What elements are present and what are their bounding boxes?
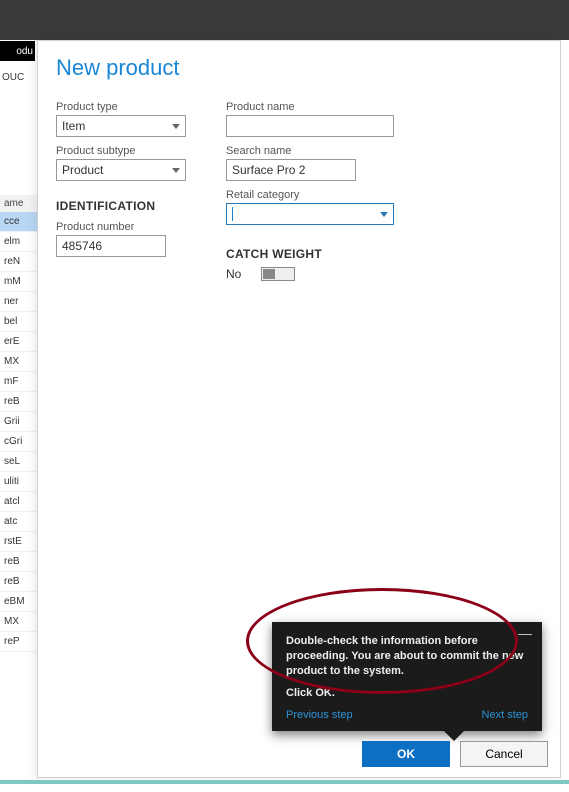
search-name-label: Search name	[226, 145, 406, 157]
ouc-label: OUC	[2, 72, 24, 83]
title-bar	[0, 0, 569, 40]
guidance-tooltip: — Double-check the information before pr…	[272, 622, 542, 731]
identification-section: IDENTIFICATION	[56, 199, 206, 213]
sidebar-item[interactable]: erE	[0, 332, 37, 352]
dialog-footer: OK Cancel	[38, 733, 560, 777]
retail-category-select[interactable]	[226, 203, 394, 225]
catch-weight-section: CATCH WEIGHT	[226, 247, 406, 261]
sidebar: ame cceelmreNmMnerbelerEMXmFreBGriicGris…	[0, 195, 37, 652]
retail-category-label: Retail category	[226, 189, 406, 201]
sidebar-item[interactable]: bel	[0, 312, 37, 332]
bottom-accent-bar	[0, 780, 569, 784]
sidebar-item[interactable]: elm	[0, 232, 37, 252]
product-subtype-select[interactable]: Product	[56, 159, 186, 181]
product-number-label: Product number	[56, 221, 206, 233]
sidebar-item[interactable]: uliti	[0, 472, 37, 492]
sidebar-item[interactable]: eBM	[0, 592, 37, 612]
tooltip-body: Double-check the information before proc…	[286, 634, 528, 679]
form: Product type Item Product subtype Produc…	[38, 93, 560, 281]
sidebar-item[interactable]: ner	[0, 292, 37, 312]
product-subtype-value: Product	[62, 163, 103, 177]
previous-step-link[interactable]: Previous step	[286, 709, 353, 721]
sidebar-item[interactable]: cGri	[0, 432, 37, 452]
sidebar-item[interactable]: atc	[0, 512, 37, 532]
chevron-down-icon	[380, 212, 388, 217]
sidebar-item[interactable]: cce	[0, 212, 37, 232]
product-type-label: Product type	[56, 101, 206, 113]
sidebar-item[interactable]: Grii	[0, 412, 37, 432]
module-chip: odu	[0, 41, 35, 61]
product-subtype-label: Product subtype	[56, 145, 206, 157]
sidebar-item[interactable]: reP	[0, 632, 37, 652]
chevron-down-icon	[172, 124, 180, 129]
product-name-input[interactable]	[226, 115, 394, 137]
product-name-label: Product name	[226, 101, 406, 113]
sidebar-item[interactable]: rstE	[0, 532, 37, 552]
new-product-dialog: New product Product type Item Product su…	[37, 40, 561, 778]
sidebar-item[interactable]: MX	[0, 612, 37, 632]
sidebar-item[interactable]: atcl	[0, 492, 37, 512]
sidebar-item[interactable]: seL	[0, 452, 37, 472]
sidebar-item[interactable]: reB	[0, 572, 37, 592]
chevron-down-icon	[172, 168, 180, 173]
tooltip-instruction: Click OK.	[286, 687, 528, 699]
sidebar-item[interactable]: mM	[0, 272, 37, 292]
catch-weight-toggle[interactable]	[261, 267, 295, 281]
dialog-title: New product	[38, 41, 560, 93]
sidebar-item[interactable]: reB	[0, 552, 37, 572]
minimize-icon[interactable]: —	[518, 628, 532, 638]
text-cursor-icon	[232, 207, 233, 221]
next-step-link[interactable]: Next step	[482, 709, 528, 721]
ok-button[interactable]: OK	[362, 741, 450, 767]
sidebar-item[interactable]: MX	[0, 352, 37, 372]
product-number-input[interactable]	[56, 235, 166, 257]
sidebar-header: ame	[0, 195, 37, 212]
cancel-button[interactable]: Cancel	[460, 741, 548, 767]
catch-weight-value: No	[226, 267, 241, 281]
search-name-input[interactable]	[226, 159, 356, 181]
product-type-select[interactable]: Item	[56, 115, 186, 137]
sidebar-item[interactable]: reN	[0, 252, 37, 272]
sidebar-item[interactable]: mF	[0, 372, 37, 392]
sidebar-item[interactable]: reB	[0, 392, 37, 412]
product-type-value: Item	[62, 119, 85, 133]
